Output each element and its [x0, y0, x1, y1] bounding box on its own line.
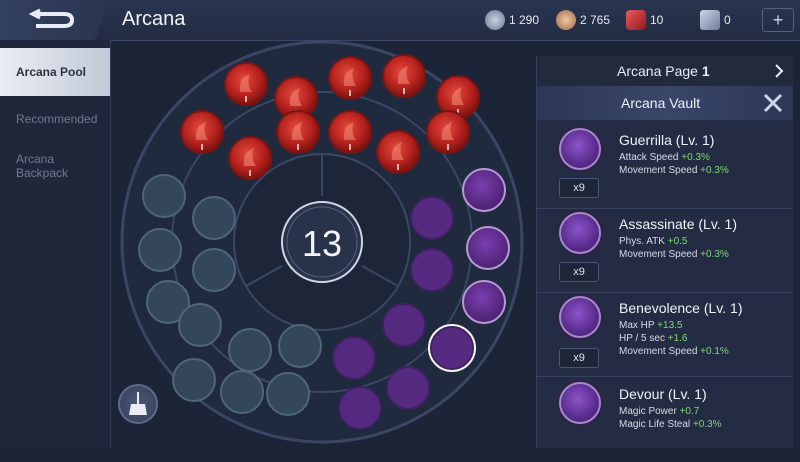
purple-arcana-slot[interactable]	[410, 248, 454, 292]
page-label: Arcana Page 1	[617, 63, 710, 79]
resource-value: 0	[724, 13, 731, 27]
silver-gem-icon	[485, 10, 505, 30]
drop-arcana-icon	[559, 382, 601, 424]
broom-icon	[129, 392, 147, 415]
lightning-arcana-icon	[559, 128, 601, 170]
arcana-item-benevolence[interactable]: x9 Benevolence (Lv. 1) Max HP +13.5 HP /…	[537, 290, 793, 377]
resource-value: 2 765	[580, 13, 611, 27]
empty-teal-slot[interactable]	[138, 228, 182, 272]
purple-arcana-slot[interactable]	[386, 366, 430, 410]
back-arrow-icon	[28, 8, 75, 28]
add-button[interactable]: +	[762, 8, 794, 32]
item-stat: Phys. ATK +0.5	[619, 236, 688, 247]
close-icon[interactable]	[761, 91, 785, 115]
equipped-count: 13	[302, 223, 342, 264]
item-stat: Max HP +13.5	[619, 320, 683, 331]
tab-arcana-backpack[interactable]: Arcana Backpack	[16, 152, 86, 180]
ruby-icon	[626, 10, 646, 30]
item-stat: Movement Speed +0.3%	[619, 249, 729, 260]
arcana-vault-header: Arcana Vault	[537, 86, 793, 120]
empty-teal-slot[interactable]	[178, 303, 222, 347]
item-stat: Movement Speed +0.1%	[619, 346, 729, 357]
purple-arcana-slot[interactable]	[410, 196, 454, 240]
tab-recommended[interactable]: Recommended	[16, 112, 110, 126]
vault-title: Arcana Vault	[621, 95, 701, 111]
bronze-coin-icon	[556, 10, 576, 30]
ticket-icon	[700, 10, 720, 30]
resource-coin: 2 765	[556, 10, 610, 30]
resource-value: 1 290	[509, 13, 540, 27]
tab-label: Arcana Backpack	[16, 152, 69, 180]
arcana-panel: Arcana Page 1 Arcana Vault x9 Guerrilla …	[536, 56, 793, 448]
arcana-wheel: 13	[120, 40, 524, 444]
item-stat: Movement Speed +0.3%	[619, 165, 729, 176]
arcana-board: 13	[118, 40, 528, 453]
item-stat: HP / 5 sec +1.6	[619, 333, 688, 344]
resource-ruby: 10	[626, 10, 663, 30]
arcana-item-guerrilla[interactable]: x9 Guerrilla (Lv. 1) Attack Speed +0.3% …	[537, 122, 793, 209]
arcana-item-assassinate[interactable]: x9 Assassinate (Lv. 1) Phys. ATK +0.5 Mo…	[537, 206, 793, 293]
item-name: Guerrilla (Lv. 1)	[619, 132, 715, 148]
empty-teal-slot[interactable]	[192, 248, 236, 292]
empty-teal-slot[interactable]	[142, 174, 186, 218]
empty-teal-slot[interactable]	[192, 196, 236, 240]
lightning-arcana-icon	[559, 212, 601, 254]
purple-arcana-slot[interactable]	[338, 386, 382, 430]
item-name: Devour (Lv. 1)	[619, 386, 707, 402]
resource-gem: 1 290	[485, 10, 539, 30]
empty-teal-slot[interactable]	[266, 372, 310, 416]
arcana-item-devour[interactable]: Devour (Lv. 1) Magic Power +0.7 Magic Li…	[537, 376, 793, 462]
back-button[interactable]	[0, 0, 108, 40]
tab-label: Arcana Pool	[16, 65, 87, 79]
purple-arcana-slot[interactable]	[332, 336, 376, 380]
purple-arcana-slot[interactable]	[430, 326, 474, 370]
item-stat: Magic Life Steal +0.3%	[619, 419, 722, 430]
tab-label: Recommended	[16, 112, 98, 126]
item-count: x9	[559, 178, 599, 198]
clear-button[interactable]	[118, 384, 158, 424]
heart-arcana-icon	[559, 296, 601, 338]
item-stat: Attack Speed +0.3%	[619, 152, 710, 163]
resource-ticket: 0	[700, 10, 731, 30]
empty-teal-slot[interactable]	[278, 324, 322, 368]
top-bar: Arcana 1 290 2 765 10 0 +	[0, 0, 800, 41]
chevron-right-icon	[775, 64, 784, 78]
arcana-page-selector[interactable]: Arcana Page 1	[537, 56, 793, 87]
empty-teal-slot[interactable]	[220, 370, 264, 414]
purple-arcana-slot-filled[interactable]	[462, 280, 506, 324]
page-title: Arcana	[122, 8, 186, 30]
purple-arcana-slot-filled[interactable]	[462, 168, 506, 212]
empty-teal-slot[interactable]	[172, 358, 216, 402]
tab-arcana-pool[interactable]: Arcana Pool	[0, 48, 110, 96]
purple-arcana-slot-filled[interactable]	[466, 226, 510, 270]
item-count: x9	[559, 262, 599, 282]
empty-teal-slot[interactable]	[228, 328, 272, 372]
resource-value: 10	[650, 13, 664, 27]
sidebar: Arcana Pool Recommended Arcana Backpack	[0, 40, 111, 448]
item-count: x9	[559, 348, 599, 368]
purple-arcana-slot[interactable]	[382, 303, 426, 347]
item-name: Assassinate (Lv. 1)	[619, 216, 738, 232]
item-name: Benevolence (Lv. 1)	[619, 300, 743, 316]
item-stat: Magic Power +0.7	[619, 406, 700, 417]
